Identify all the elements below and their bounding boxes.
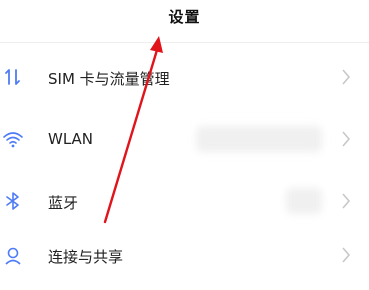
settings-item-label: WLAN: [48, 130, 94, 148]
share-icon: [2, 244, 24, 266]
settings-item-label: 连接与共享: [48, 248, 124, 266]
bluetooth-status-value: [286, 188, 322, 214]
settings-item-bluetooth[interactable]: 蓝牙: [0, 170, 369, 232]
settings-item-connection-sharing[interactable]: 连接与共享: [0, 228, 369, 290]
settings-item-wlan[interactable]: WLAN: [0, 108, 369, 170]
wlan-status-value: [196, 126, 322, 152]
wifi-icon: [2, 128, 24, 150]
page-title: 设置: [168, 8, 201, 26]
chevron-right-icon: [341, 130, 351, 148]
divider: [0, 42, 369, 43]
chevron-right-icon: [341, 246, 351, 264]
header: 设置: [0, 0, 369, 40]
chevron-right-icon: [341, 68, 351, 86]
bluetooth-icon: [2, 190, 24, 212]
settings-item-label: 蓝牙: [48, 194, 79, 212]
sim-transfer-icon: [2, 66, 24, 88]
chevron-right-icon: [341, 192, 351, 210]
settings-item-label: SIM 卡与流量管理: [48, 70, 170, 88]
settings-item-sim[interactable]: SIM 卡与流量管理: [0, 46, 369, 108]
